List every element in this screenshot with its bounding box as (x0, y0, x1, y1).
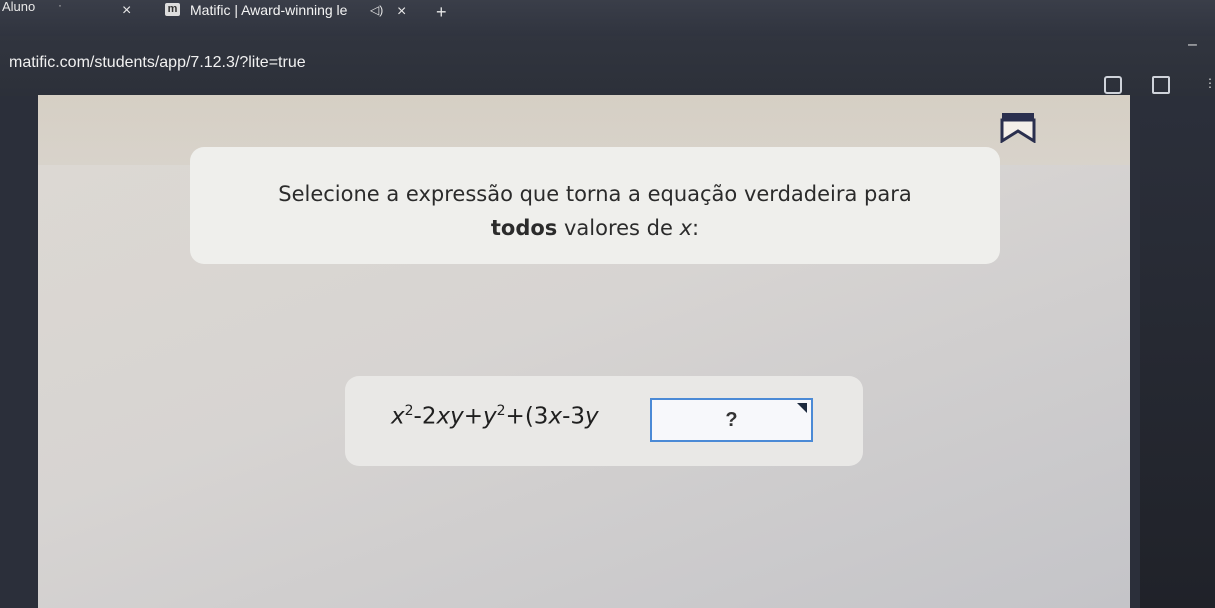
eq-exponent: 2 (404, 403, 414, 419)
eq-term: -2 (413, 403, 437, 430)
eq-term: +(3 (505, 403, 549, 430)
matific-activity: Selecione a expressão que torna a equaçã… (38, 95, 1130, 608)
answer-placeholder: ? (725, 409, 738, 431)
eq-term: y (483, 403, 497, 430)
equation: x2-2xy+y2+(3x-3y (391, 403, 599, 430)
eq-term: -3 (562, 403, 585, 430)
question-line-1: Selecione a expressão que torna a equaçã… (278, 182, 912, 206)
menu-icon[interactable]: ⋮ (1204, 76, 1215, 90)
matific-logo-icon: m (165, 3, 180, 16)
side-panel (1140, 108, 1215, 608)
eq-term: + (463, 403, 483, 430)
audio-icon[interactable]: ◁) (370, 3, 383, 17)
separator-dot: · (58, 0, 62, 12)
profile-label[interactable]: Aluno (2, 0, 35, 14)
question-text: Selecione a expressão que torna a equaçã… (190, 177, 1000, 245)
eq-term: x (548, 403, 563, 430)
equation-card: x2-2xy+y2+(3x-3y ? (345, 376, 863, 466)
question-variable: x (679, 216, 693, 240)
browser-tab-bar: Aluno · × m Matific | Award-winning le ◁… (0, 0, 1215, 36)
tab-title[interactable]: Matific | Award-winning le (190, 2, 347, 18)
question-colon: : (692, 216, 700, 240)
question-emphasis: todos (490, 216, 558, 240)
eq-exponent: 2 (496, 403, 506, 419)
new-tab-button[interactable]: + (436, 2, 447, 23)
close-tab-icon[interactable]: × (397, 3, 406, 21)
address-bar: matific.com/students/app/7.12.3/?lite=tr… (0, 36, 1215, 96)
answer-dropdown[interactable]: ? (650, 398, 813, 442)
bookmark-body (1000, 118, 1036, 143)
question-line-2: valores de (557, 216, 680, 240)
question-card: Selecione a expressão que torna a equaçã… (190, 147, 1000, 264)
extension-icon[interactable] (1152, 76, 1170, 94)
eq-term: x (391, 403, 405, 430)
eq-term: xy (436, 403, 464, 430)
dropdown-triangle-icon (797, 403, 807, 413)
bookmark-icon[interactable] (1000, 113, 1036, 143)
eq-term: y (585, 403, 599, 430)
close-tab-icon[interactable]: × (122, 2, 131, 20)
url-field[interactable]: matific.com/students/app/7.12.3/?lite=tr… (9, 54, 306, 72)
extension-icon[interactable] (1104, 76, 1122, 94)
minimize-icon[interactable]: – (1188, 36, 1197, 54)
